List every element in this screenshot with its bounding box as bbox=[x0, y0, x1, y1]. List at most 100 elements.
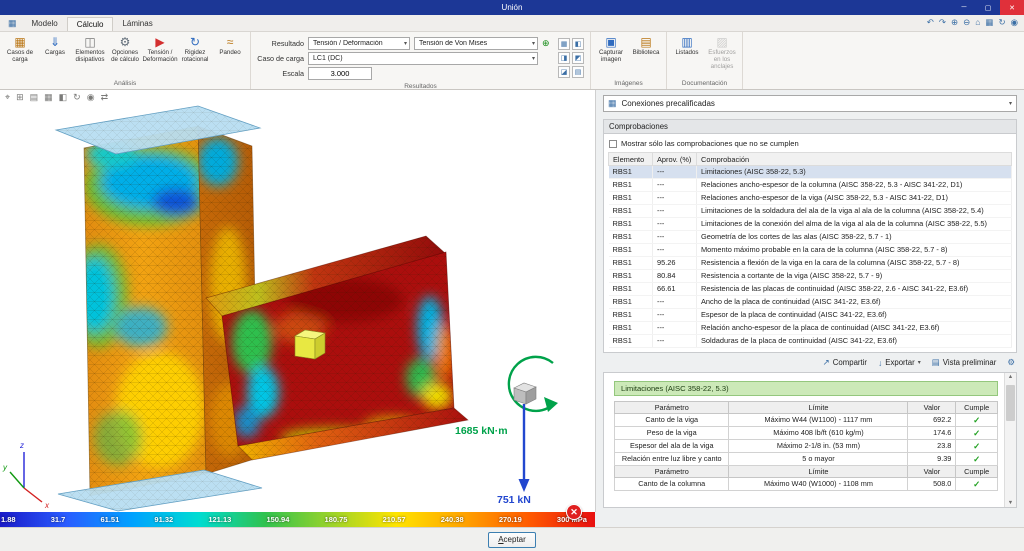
check-row[interactable]: RBS166.61Resistencia de las placas de co… bbox=[609, 283, 1012, 296]
connection-type-combo[interactable]: ▦ Conexiones precalificadas ▾ bbox=[603, 95, 1017, 112]
undo-icon[interactable]: ↶ bbox=[927, 17, 934, 28]
toggle-deformed-icon[interactable]: ◨ bbox=[558, 52, 570, 64]
check-aprov: --- bbox=[653, 322, 697, 335]
check-row[interactable]: RBS1---Relación ancho-espesor de la plac… bbox=[609, 322, 1012, 335]
focus-icon[interactable]: ◉ bbox=[87, 92, 95, 103]
limit-cell: 5 o mayor bbox=[729, 453, 908, 466]
scroll-up-icon[interactable]: ▲ bbox=[1008, 374, 1013, 380]
zoom-in-icon[interactable]: ⊕ bbox=[951, 17, 958, 28]
redo-icon[interactable]: ↷ bbox=[939, 17, 946, 28]
check-name: Resistencia a flexión de la viga en la c… bbox=[697, 257, 1012, 270]
scale-label: 270.19 bbox=[499, 512, 522, 527]
tab-laminas[interactable]: Láminas bbox=[113, 17, 161, 31]
loads-icon: ⇓ bbox=[50, 36, 60, 49]
scale-label: 91.32 bbox=[154, 512, 173, 527]
error-badge[interactable]: ✕ bbox=[566, 504, 582, 520]
scroll-down-icon[interactable]: ▼ bbox=[1008, 500, 1013, 506]
check-row[interactable]: RBS1---Limitaciones de la soldadura del … bbox=[609, 205, 1012, 218]
rotational-stiffness-button[interactable]: ↻Rigidez rotacional bbox=[178, 34, 212, 79]
scale-label: 31.7 bbox=[51, 512, 66, 527]
rotate-view-icon[interactable]: ↻ bbox=[998, 17, 1005, 28]
titlebar: Unión ─ ▢ ✕ bbox=[0, 0, 1024, 15]
moment-load-label: 1685 kN·m bbox=[455, 425, 508, 437]
check-row[interactable]: RBS1---Geometría de los cortes de las al… bbox=[609, 231, 1012, 244]
grid-view-icon[interactable]: ▦ bbox=[985, 17, 993, 28]
calc-options-button[interactable]: ⚙Opciones de cálculo bbox=[108, 34, 142, 79]
add-result-view-icon[interactable]: ⊕ bbox=[542, 38, 554, 49]
check-row[interactable]: RBS195.26Resistencia a flexión de la vig… bbox=[609, 257, 1012, 270]
scale-label: 150.94 bbox=[266, 512, 289, 527]
settings-button[interactable]: ⚙ bbox=[1007, 357, 1015, 368]
anchor-forces-button[interactable]: ▨Esfuerzos en los anclajes bbox=[705, 34, 739, 79]
check-row[interactable]: RBS1---Relaciones ancho-espesor de la vi… bbox=[609, 192, 1012, 205]
export-label: Exportar bbox=[885, 358, 914, 367]
detail-scrollbar[interactable]: ▲ ▼ bbox=[1004, 373, 1016, 507]
share-button[interactable]: ↗ Compartir bbox=[823, 357, 867, 368]
loads-button[interactable]: ⇓Cargas bbox=[38, 34, 72, 79]
filter-checkbox-row[interactable]: Mostrar sólo las comprobaciones que no s… bbox=[608, 137, 1012, 152]
docs-buttons: ▥Listados▨Esfuerzos en los anclajes bbox=[670, 34, 739, 79]
footer-bar: Aceptar bbox=[0, 527, 1024, 551]
axis-x-label: x bbox=[44, 501, 50, 510]
toggle-mesh-icon[interactable]: ▦ bbox=[558, 38, 570, 50]
toggle-values-icon[interactable]: ◪ bbox=[558, 66, 570, 78]
accept-button[interactable]: Aceptar bbox=[488, 532, 536, 548]
app-icon: ▦ bbox=[2, 18, 23, 31]
filter-checkbox[interactable] bbox=[609, 140, 617, 148]
toggle-solid-icon[interactable]: ◧ bbox=[572, 38, 584, 50]
capture-image-button[interactable]: ▣Capturar imagen bbox=[594, 34, 628, 79]
section-view-icon[interactable]: ◧ bbox=[59, 92, 68, 103]
reports-button[interactable]: ▥Listados bbox=[670, 34, 704, 79]
preview-button[interactable]: ▤ Vista preliminar bbox=[932, 357, 997, 368]
check-name: Limitaciones de la soldadura del ala de … bbox=[697, 205, 1012, 218]
zoom-out-icon[interactable]: ⊖ bbox=[963, 17, 970, 28]
stress-strain-button[interactable]: ▶Tensión / Deformación bbox=[143, 34, 177, 79]
tab-modelo[interactable]: Modelo bbox=[23, 17, 67, 31]
preview-icon: ▤ bbox=[932, 357, 940, 368]
home-view-icon[interactable]: ⌂ bbox=[975, 17, 980, 28]
check-row[interactable]: RBS1---Soldaduras de la placa de continu… bbox=[609, 335, 1012, 348]
fea-model: 1685 kN·m 751 kN z y x bbox=[0, 90, 595, 512]
library-button[interactable]: ▤Biblioteca bbox=[629, 34, 663, 79]
check-row[interactable]: RBS1---Momento máximo probable en la car… bbox=[609, 244, 1012, 257]
print-icon[interactable]: ▤ bbox=[30, 92, 39, 103]
anchor-forces-icon: ▨ bbox=[716, 36, 727, 49]
scrollbar-thumb[interactable] bbox=[1006, 385, 1015, 421]
check-aprov: --- bbox=[653, 179, 697, 192]
fit-view-icon[interactable]: ◉ bbox=[1011, 17, 1018, 28]
share-label: Compartir bbox=[833, 358, 867, 367]
maximize-button[interactable]: ▢ bbox=[976, 0, 1000, 15]
check-row[interactable]: RBS1---Espesor de la placa de continuida… bbox=[609, 309, 1012, 322]
load-case-combo[interactable]: LC1 (DC) ▾ bbox=[308, 52, 538, 65]
tab-calculo[interactable]: Cálculo bbox=[67, 17, 114, 31]
check-row[interactable]: RBS1---Limitaciones de la conexión del a… bbox=[609, 218, 1012, 231]
mesh-toggle-icon[interactable]: ▦ bbox=[44, 92, 53, 103]
result-mode-combo[interactable]: Tensión / Deformación ▾ bbox=[308, 37, 410, 50]
toggle-labels-icon[interactable]: ▤ bbox=[572, 66, 584, 78]
checks-header-aprov: Aprov. (%) bbox=[653, 153, 697, 166]
export-button[interactable]: ↓ Exportar ▾ bbox=[878, 358, 921, 368]
load-cases-button[interactable]: ▦Casos de carga bbox=[3, 34, 37, 79]
check-row[interactable]: RBS1---Limitaciones (AISC 358-22, 5.3) bbox=[609, 166, 1012, 179]
result-type-combo[interactable]: Tensión de Von Mises ▾ bbox=[414, 37, 538, 50]
orbit-icon[interactable]: ↻ bbox=[73, 92, 81, 103]
minimize-button[interactable]: ─ bbox=[952, 0, 976, 15]
toggle-contours-icon[interactable]: ◩ bbox=[572, 52, 584, 64]
chevron-down-icon: ▾ bbox=[401, 40, 407, 47]
check-row[interactable]: RBS1---Ancho de la placa de continuidad … bbox=[609, 296, 1012, 309]
buckling-button[interactable]: ≈Pandeo bbox=[213, 34, 247, 79]
check-row[interactable]: RBS180.84Resistencia a cortante de la vi… bbox=[609, 270, 1012, 283]
target-tool-icon[interactable]: ⌖ bbox=[5, 92, 10, 103]
swap-view-icon[interactable]: ⇄ bbox=[101, 92, 109, 103]
check-aprov: --- bbox=[653, 192, 697, 205]
dissipative-elements-button[interactable]: ◫Elementos disipativos bbox=[73, 34, 107, 79]
viewport-3d[interactable]: ⌖ ⊞ ▤ ▦ ◧ ↻ ◉ ⇄ bbox=[0, 90, 595, 512]
scale-input[interactable] bbox=[308, 67, 372, 80]
pan-tool-icon[interactable]: ⊞ bbox=[16, 92, 24, 103]
detail-header: Valor bbox=[908, 466, 956, 478]
close-button[interactable]: ✕ bbox=[1000, 0, 1024, 15]
force-load-label: 751 kN bbox=[497, 494, 531, 506]
limit-cell: Máximo 2-1/8 in. (53 mm) bbox=[729, 440, 908, 453]
limit-cell: Máximo 408 lb/ft (610 kg/m) bbox=[729, 427, 908, 440]
check-row[interactable]: RBS1---Relaciones ancho-espesor de la co… bbox=[609, 179, 1012, 192]
